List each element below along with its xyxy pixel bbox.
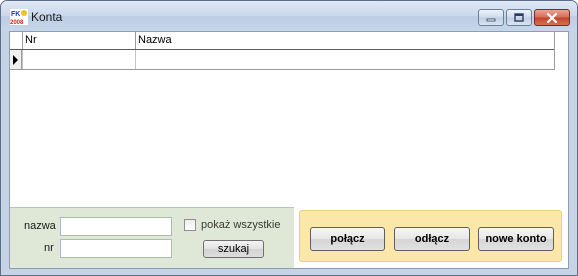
close-icon: [546, 12, 558, 23]
minimize-button[interactable]: [478, 9, 504, 26]
column-header-nr[interactable]: Nr: [22, 32, 135, 49]
client-area: Nr Nazwa nazwa nr pokaż wszystkie szukaj…: [9, 31, 569, 269]
search-button[interactable]: szukaj: [203, 240, 264, 258]
show-all-checkbox[interactable]: [184, 219, 196, 231]
grid-header: Nr Nazwa: [10, 32, 554, 50]
search-panel: nazwa nr pokaż wszystkie szukaj: [10, 207, 294, 268]
table-row[interactable]: [10, 50, 554, 69]
row-selector[interactable]: [10, 50, 22, 69]
current-row-arrow-icon: [13, 55, 18, 65]
title-bar[interactable]: FK 2008 Konta: [1, 1, 577, 31]
cell-nazwa[interactable]: [135, 50, 554, 69]
minimize-icon: [486, 18, 496, 21]
accounts-grid[interactable]: Nr Nazwa: [10, 32, 555, 70]
nr-label: nr: [44, 242, 54, 254]
fk-2008-icon: FK 2008: [10, 9, 28, 25]
maximize-icon: [514, 13, 524, 22]
svg-text:FK: FK: [11, 11, 20, 18]
close-button[interactable]: [534, 9, 570, 26]
window-title: Konta: [31, 10, 63, 24]
column-header-nazwa[interactable]: Nazwa: [135, 32, 554, 49]
show-all-label[interactable]: pokaż wszystkie: [201, 219, 280, 231]
name-field[interactable]: [60, 217, 172, 236]
svg-text:2008: 2008: [10, 20, 24, 25]
new-account-button[interactable]: nowe konto: [478, 227, 554, 251]
connect-button[interactable]: połącz: [310, 227, 385, 251]
name-label: nazwa: [24, 220, 56, 232]
disconnect-button[interactable]: odłącz: [394, 227, 470, 251]
maximize-button[interactable]: [506, 9, 532, 26]
cell-nr[interactable]: [22, 50, 135, 69]
action-panel: połącz odłącz nowe konto: [299, 210, 562, 262]
konta-window: FK 2008 Konta Nr Nazwa nazwa nr pokaż ws…: [0, 0, 578, 276]
nr-field[interactable]: [60, 239, 172, 258]
